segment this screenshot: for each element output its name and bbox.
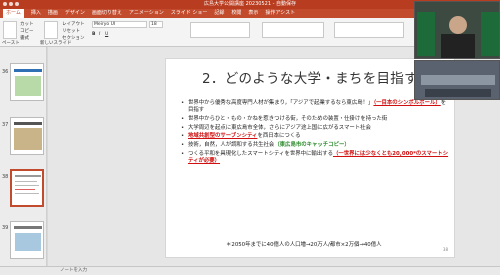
tab-transitions[interactable]: 画面切り替え [92,9,122,18]
audience-row [425,89,491,97]
font-size-select[interactable]: 18 [149,21,163,28]
paragraph-group[interactable] [190,22,250,38]
slide-thumbnail[interactable] [10,221,44,259]
cut-button[interactable]: カット [20,21,34,27]
thumb-number: 38 [2,174,9,180]
banner-left [417,12,435,56]
tab-animations[interactable]: アニメーション [129,9,164,18]
paste-button[interactable] [3,21,17,39]
tab-view[interactable]: 表示 [248,9,258,18]
bullet-item: 大学周辺を起点に東広島市全体，さらにアジア途上国に広がるスマート社会 [180,125,450,132]
thumb-number: 36 [2,69,9,75]
tab-slideshow[interactable]: スライド ショー [171,9,208,18]
font-select[interactable]: Meiryo UI [92,21,147,28]
room-screen [421,75,495,85]
copy-button[interactable]: コピー [20,28,34,34]
slide-thumbnail[interactable] [10,63,44,101]
reset-button[interactable]: リセット [62,28,80,34]
slide-title[interactable]: 2．どのような大学・まちを目指す？ [202,67,432,87]
bullet-item: 地域共創型のサーブンシティを西日本につくる [180,133,450,140]
tab-tell-me[interactable]: 操作アシスト [265,9,295,18]
tab-draw[interactable]: 描画 [48,9,58,18]
bullet-item: 世界中からひと・もの・かねを惹きつける街，そのための装置・仕掛けを持った街 [180,116,450,123]
video-tile-presenter [414,1,500,59]
slide-footnote: ＊2050年までに40億人の人口増→20万人/都市×2万個→40億人 [226,242,382,248]
page-number: 38 [442,247,448,252]
tab-design[interactable]: デザイン [65,9,85,18]
status-bar: ノートを入力 [0,266,500,275]
bold-button[interactable]: B [92,32,95,37]
bullet-item: つくる平和を具現化したスマートシティを世界中に輸出する（一世界には少なくとも20… [180,151,450,165]
tab-home[interactable]: ホーム [3,9,24,18]
slide-thumbnail-panel[interactable]: 36 37 38 39 [0,47,47,266]
format-button[interactable]: 書式 [20,35,29,41]
slide-thumbnail[interactable] [10,117,44,155]
tab-review[interactable]: 校閲 [231,9,241,18]
layout-button[interactable]: レイアウト [62,21,85,27]
slide-thumbnail-selected[interactable] [10,169,44,207]
notes-placeholder[interactable]: ノートを入力 [60,268,87,273]
drawing-group[interactable] [262,22,324,38]
tab-insert[interactable]: 挿入 [31,9,41,18]
banner-right [481,12,499,56]
video-tile-audience [414,60,500,100]
bullet-list[interactable]: 世界中から優秀な高度専門人材が集まり，「アジアで起業するなら東広島！」（一目本の… [180,100,450,167]
tab-record[interactable]: 記録 [214,9,224,18]
new-slide-icon[interactable] [44,21,58,39]
underline-button[interactable]: U [105,32,108,37]
current-slide[interactable]: 2．どのような大学・まちを目指す？ 世界中から優秀な高度専門人材が集まり，「アジ… [165,58,455,258]
editing-group[interactable] [334,22,404,38]
paste-label: ペースト [2,41,20,46]
bullet-item: 技術，自然，人が調和する共生社会（東広島市のキャッチコピー） [180,142,450,149]
section-button[interactable]: セクション [62,35,85,41]
person-icon [449,16,467,34]
italic-button[interactable]: I [99,32,100,37]
person-body [441,34,475,58]
thumb-number: 37 [2,122,9,128]
bullet-item: 世界中から優秀な高度専門人材が集まり，「アジアで起業するなら東広島！」（一目本の… [180,100,450,114]
thumb-number: 39 [2,225,9,231]
